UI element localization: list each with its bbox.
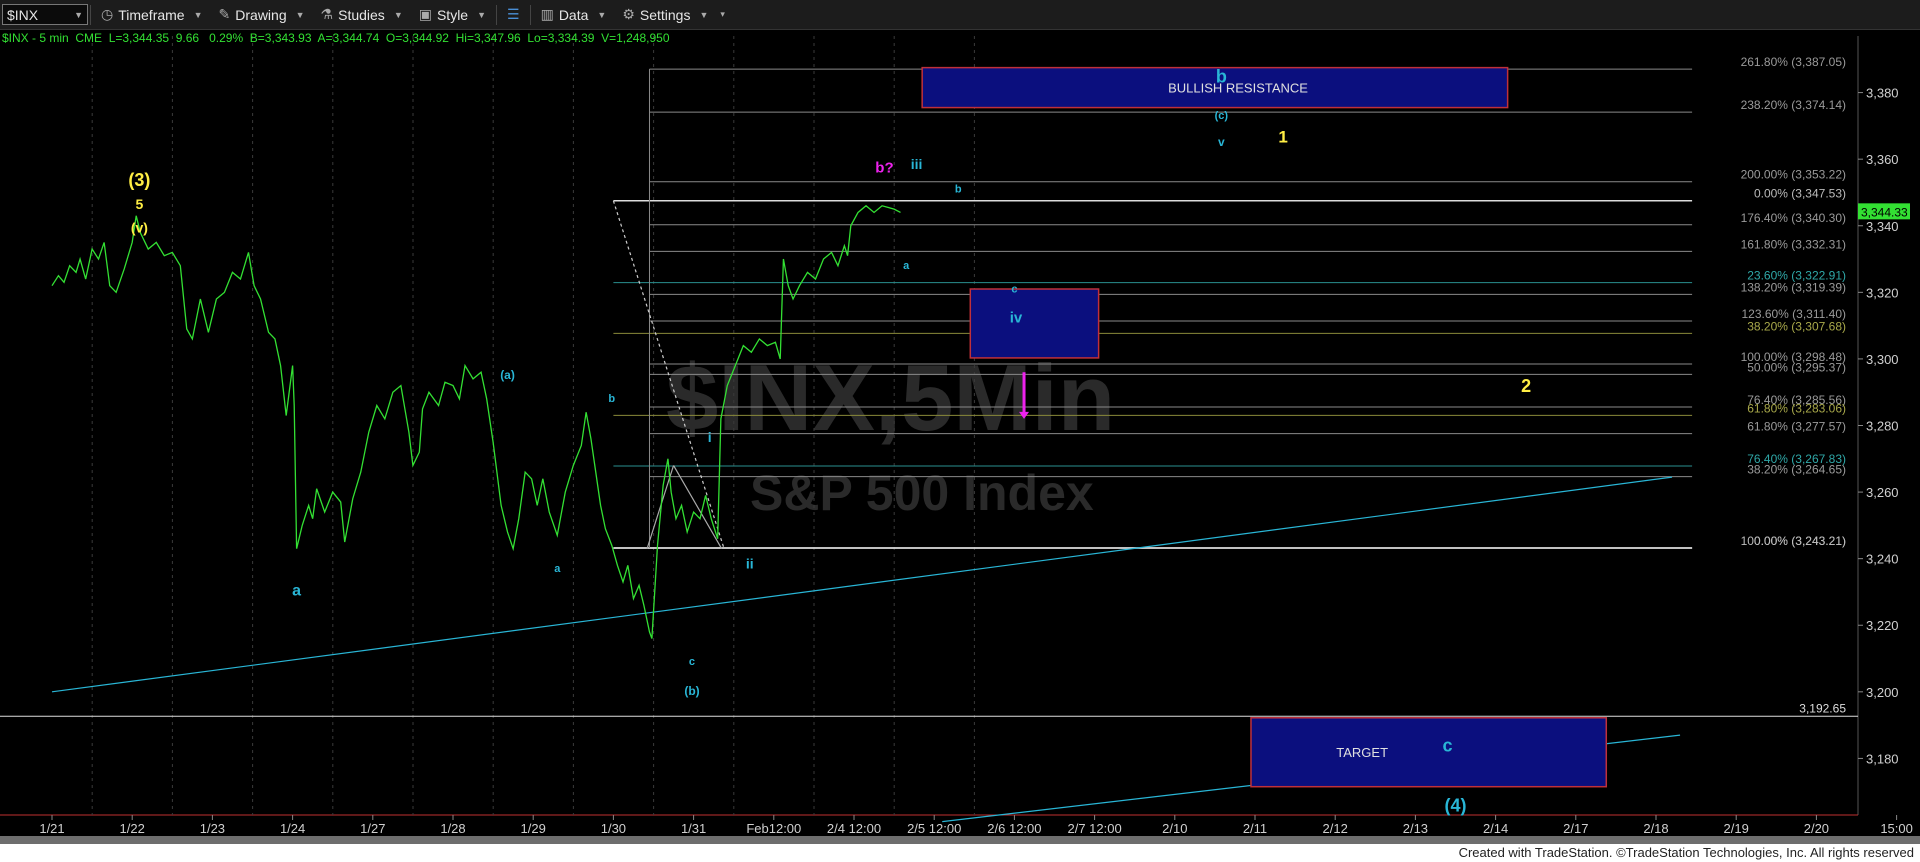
x-tick-label: 1/24 xyxy=(280,821,305,836)
x-tick-label: 2/6 12:00 xyxy=(987,821,1041,836)
y-tick-label: 3,260 xyxy=(1866,485,1899,500)
price-chart[interactable]: $INX,5MinS&P 500 Index1/21 1/22 1/23 1/24 1/… xyxy=(0,0,1920,836)
wave-label: i xyxy=(708,429,712,445)
wave-label: a xyxy=(554,563,561,575)
target-label: TARGET xyxy=(1336,745,1388,760)
x-tick-label: 2/20 xyxy=(1804,821,1829,836)
y-tick-label: 3,300 xyxy=(1866,352,1899,367)
target-box xyxy=(1250,717,1608,788)
x-tick-label: 1/29 xyxy=(521,821,546,836)
wave-label: 1 xyxy=(1278,128,1287,147)
fib-label: 61.80% (3,277.57) xyxy=(1747,420,1846,434)
x-tick-label: 1/23 xyxy=(200,821,225,836)
y-tick-label: 3,280 xyxy=(1866,419,1899,434)
y-tick-label: 3,360 xyxy=(1866,152,1899,167)
wave-label: v xyxy=(1218,135,1225,149)
wave-label: 2 xyxy=(1521,376,1531,396)
wave-label: b? xyxy=(875,159,893,176)
x-tick-label: 2/5 12:00 xyxy=(907,821,961,836)
fib-label: 238.20% (3,374.14) xyxy=(1741,98,1846,112)
fib-label: 200.00% (3,353.22) xyxy=(1741,168,1846,182)
fib-label: 261.80% (3,387.05) xyxy=(1741,55,1846,69)
wave-label: (c) xyxy=(1215,110,1229,122)
bullish-resistance-label: BULLISH RESISTANCE xyxy=(1168,81,1308,96)
horizontal-scrollbar[interactable] xyxy=(0,836,1920,844)
wave-label: c xyxy=(1011,283,1017,295)
footer-credit: Created with TradeStation. ©TradeStation… xyxy=(1458,845,1914,860)
wave-label: 5 xyxy=(136,196,144,212)
x-tick-label: 1/27 xyxy=(360,821,385,836)
fib-label: 138.20% (3,319.39) xyxy=(1741,280,1846,294)
y-tick-label: 3,240 xyxy=(1866,552,1899,567)
x-tick-label: 2/17 xyxy=(1563,821,1588,836)
wave-label: (4) xyxy=(1445,796,1467,816)
wave-label: a xyxy=(292,582,301,599)
fib-label: 61.80% (3,283.06) xyxy=(1747,401,1846,415)
wave-label: ii xyxy=(746,556,754,572)
footer-bar: Created with TradeStation. ©TradeStation… xyxy=(0,844,1920,862)
wave-label: (3) xyxy=(128,170,150,190)
x-tick-label: 2/19 xyxy=(1724,821,1749,836)
x-tick-label: 2/7 12:00 xyxy=(1067,821,1121,836)
y-tick-label: 3,200 xyxy=(1866,685,1899,700)
x-tick-label: 2/12 xyxy=(1323,821,1348,836)
fib-label: 50.00% (3,295.37) xyxy=(1747,360,1846,374)
wave-label: a xyxy=(903,260,910,272)
x-tick-label: 1/31 xyxy=(681,821,706,836)
x-tick-label: 2/14 xyxy=(1483,821,1508,836)
quote-info-line: $INX - 5 min CME L=3,344.35 9.66 0.29% B… xyxy=(2,31,670,45)
wave-label: b xyxy=(608,393,615,405)
x-tick-label: 15:00 xyxy=(1880,821,1913,836)
x-tick-label: 1/30 xyxy=(601,821,626,836)
x-tick-label: 1/28 xyxy=(440,821,465,836)
wave-label: iii xyxy=(911,156,923,172)
wave-label: c xyxy=(689,656,695,668)
fib-label: 38.20% (3,307.68) xyxy=(1747,319,1846,333)
x-tick-label: 2/13 xyxy=(1403,821,1428,836)
y-tick-label: 3,320 xyxy=(1866,285,1899,300)
last-price-label: 3,344.33 xyxy=(1861,205,1908,219)
x-tick-label: 2/11 xyxy=(1243,821,1267,836)
wave-label: (v) xyxy=(131,219,148,235)
y-tick-label: 3,180 xyxy=(1866,751,1899,766)
fib-label: 38.20% (3,264.65) xyxy=(1747,463,1846,477)
x-tick-label: 1/22 xyxy=(120,821,145,836)
watermark-name: S&P 500 Index xyxy=(750,465,1094,521)
y-tick-label: 3,220 xyxy=(1866,618,1899,633)
wave-label: iv xyxy=(1010,309,1023,326)
wave-label: c xyxy=(1442,736,1452,756)
y-tick-label: 3,340 xyxy=(1866,219,1899,234)
wave-iv-zone-box xyxy=(969,288,1100,359)
fib-label: 0.00% (3,347.53) xyxy=(1754,187,1846,201)
wave-label: (a) xyxy=(500,368,515,382)
x-tick-label: 2/4 12:00 xyxy=(827,821,881,836)
y-tick-label: 3,380 xyxy=(1866,86,1899,101)
x-tick-label: Feb12:00 xyxy=(746,821,801,836)
x-tick-label: 1/21 xyxy=(39,821,64,836)
fib-label: 0.00% (3,243.21) xyxy=(1754,534,1846,548)
wave-label: b xyxy=(955,183,962,195)
support-line-label: 3,192.65 xyxy=(1799,701,1846,715)
x-tick-label: 2/10 xyxy=(1162,821,1187,836)
x-tick-label: 2/18 xyxy=(1643,821,1668,836)
wave-label: b xyxy=(1216,67,1227,87)
fib-label: 161.80% (3,332.31) xyxy=(1741,237,1846,251)
wave-label: (b) xyxy=(684,684,699,698)
fib-label: 176.40% (3,340.30) xyxy=(1741,211,1846,225)
